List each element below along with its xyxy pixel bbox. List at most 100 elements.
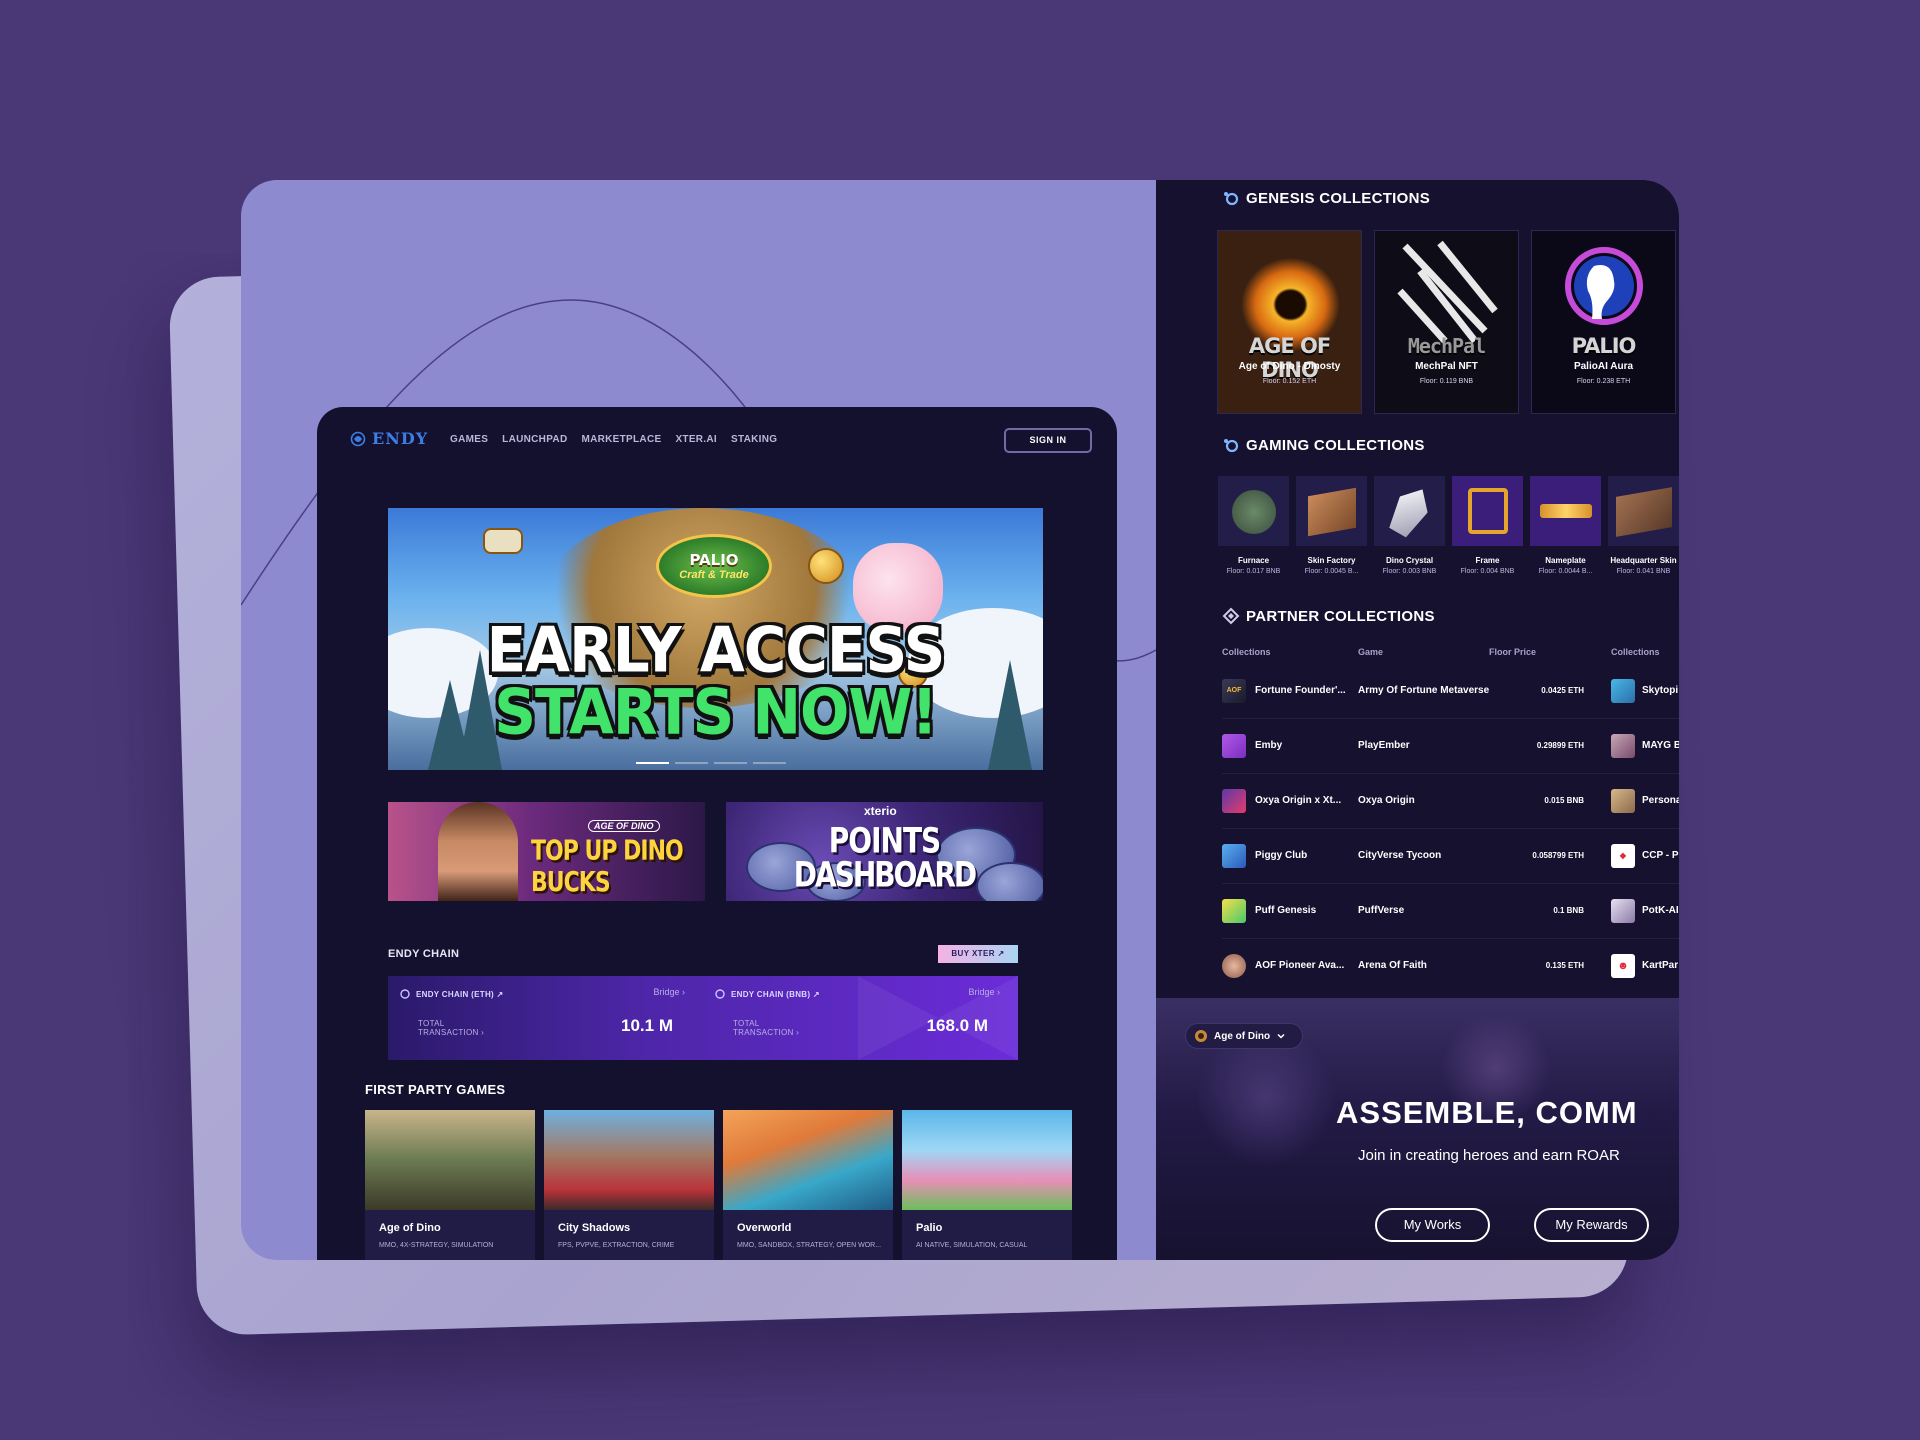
hero-banner[interactable]: PALIO Craft & Trade EARLY ACCESS STARTS … [388,508,1043,770]
table-row[interactable]: Puff Genesis PuffVerse 0.1 BNB PotK-AI [1222,884,1679,939]
game-card-age-of-dino[interactable]: Age of Dino MMO, 4X-STRATEGY, SIMULATION [365,1110,535,1260]
total-transaction-value: 10.1 M [621,1016,673,1035]
assemble-title: ASSEMBLE, COMM [1336,1095,1638,1130]
game-selector-label: Age of Dino [1214,1030,1271,1042]
nav-games[interactable]: GAMES [450,434,488,445]
table-row[interactable]: Piggy Club CityVerse Tycoon 0.058799 ETH… [1222,829,1679,884]
my-rewards-button[interactable]: My Rewards [1534,1208,1649,1242]
game-name: Army Of Fortune Metaverse [1358,685,1490,696]
gaming-item-floor: Floor: 0.0044 B... [1538,568,1593,575]
column-header-floor-price[interactable]: Floor Price [1489,647,1536,657]
game-card-overworld[interactable]: Overworld MMO, SANDBOX, STRATEGY, OPEN W… [723,1110,893,1260]
collection-name: MAYG B [1642,740,1679,751]
collection-icon [1611,679,1635,703]
collection-name: Piggy Club [1255,850,1308,861]
dino-crystal-image [1374,476,1445,546]
badge-title: PALIO [689,551,739,569]
carousel-dot[interactable] [636,762,669,764]
collection-icon [1611,734,1635,758]
genesis-logo: AGE OF DINO [1248,334,1331,382]
partner-collections-title: PARTNER COLLECTIONS [1246,607,1435,625]
endy-logo[interactable]: ENDY [350,429,428,448]
game-thumbnail [544,1110,714,1210]
xterio-icon [1224,439,1239,453]
genesis-floor: Floor: 0.119 BNB [1419,378,1474,385]
game-tags: AI NATIVE, SIMULATION, CASUAL [916,1242,1028,1249]
genesis-name: MechPal NFT [1415,361,1478,372]
chain-bnb[interactable]: ENDY CHAIN (BNB) ↗ Bridge › TOTAL TRANSA… [703,976,1018,1060]
game-thumbnail [902,1110,1072,1210]
total-transaction-value: 168.0 M [926,1016,988,1035]
genesis-name: PalioAI Aura [1573,361,1634,372]
promo-top-up-dino-bucks[interactable]: AGE OF DINO TOP UP DINO BUCKS [388,802,705,901]
column-header-collections[interactable]: Collections [1222,647,1271,657]
collection-icon [1222,899,1246,923]
floor-price: 0.0425 ETH [1541,686,1584,695]
game-selector[interactable]: Age of Dino [1185,1023,1303,1049]
collection-icon [1611,789,1635,813]
table-row[interactable]: Oxya Origin x Xt... Oxya Origin 0.015 BN… [1222,774,1679,829]
table-row[interactable]: Emby PlayEmber 0.29899 ETH MAYG B [1222,719,1679,774]
gaming-item-dino-crystal[interactable]: Dino Crystal Floor: 0.003 BNB [1374,476,1445,575]
carousel-dots [636,762,786,764]
my-works-button[interactable]: My Works [1375,1208,1490,1242]
gaming-item-name: Dino Crystal [1385,556,1434,565]
collection-icon: ☻ [1611,954,1635,978]
gaming-item-nameplate[interactable]: Nameplate Floor: 0.0044 B... [1530,476,1601,575]
collection-icon: ◆ [1611,844,1635,868]
column-header-game[interactable]: Game [1358,647,1383,657]
gaming-item-headquarter-skin[interactable]: Headquarter Skin Floor: 0.041 BNB [1608,476,1679,575]
palio-badge: PALIO Craft & Trade [656,534,772,598]
game-card-city-shadows[interactable]: City Shadows FPS, PVPVE, EXTRACTION, CRI… [544,1110,714,1260]
sign-in-button[interactable]: SIGN IN [1004,428,1092,453]
promo-title-line2: DASHBOARD [793,853,977,896]
nav-launchpad[interactable]: LAUNCHPAD [502,434,567,445]
collection-name: Fortune Founder'... [1255,685,1346,696]
carousel-dot[interactable] [714,762,747,764]
collection-icon [1222,954,1246,978]
genesis-card-mechpal[interactable]: MechPal MechPal NFT Floor: 0.119 BNB [1374,230,1519,414]
nav-xter-ai[interactable]: XTER.AI [675,434,717,445]
floor-price: 0.015 BNB [1544,796,1584,805]
chain-icon [715,989,725,999]
gaming-item-name: Furnace [1237,556,1270,565]
gaming-item-frame[interactable]: Frame Floor: 0.004 BNB [1452,476,1523,575]
bridge-link[interactable]: Bridge › [968,987,1000,997]
game-name: City Shadows [558,1222,631,1234]
dino-icon [1195,1030,1207,1042]
total-transaction-label: TOTAL TRANSACTION › [418,1019,485,1037]
nav-staking[interactable]: STAKING [731,434,777,445]
column-header-collections-2[interactable]: Collections [1611,647,1660,657]
genesis-card-age-of-dino[interactable]: AGE OF DINO Age of Dino - Dinosty Floor:… [1217,230,1362,414]
nav-marketplace[interactable]: MARKETPLACE [581,434,661,445]
character-silhouette [1196,1028,1336,1168]
chain-label: ENDY CHAIN (BNB) ↗ [731,990,820,999]
table-row[interactable]: AOF Pioneer Ava... Arena Of Faith 0.135 … [1222,939,1679,994]
gaming-item-skin-factory[interactable]: Skin Factory Floor: 0.0045 B... [1296,476,1367,575]
genesis-card-palio[interactable]: PALIO PalioAI Aura Floor: 0.238 ETH [1531,230,1676,414]
carousel-dot[interactable] [675,762,708,764]
collections-panel: GENESIS COLLECTIONS AGE OF DINO Age of D… [1156,180,1679,1260]
game-thumbnail [723,1110,893,1210]
genesis-floor: Floor: 0.152 ETH [1262,378,1317,385]
carousel-dot[interactable] [753,762,786,764]
promo-badge: AGE OF DINO [588,820,660,832]
gaming-item-name: Nameplate [1545,556,1586,565]
collection-icon [1222,789,1246,813]
game-card-palio[interactable]: Palio AI NATIVE, SIMULATION, CASUAL [902,1110,1072,1260]
skin-factory-image [1296,476,1367,546]
xterio-brand: xterio [864,804,897,818]
table-row[interactable]: AOF Fortune Founder'... Army Of Fortune … [1222,664,1679,719]
chain-eth[interactable]: ENDY CHAIN (ETH) ↗ Bridge › TOTAL TRANSA… [388,976,703,1060]
game-name: CityVerse Tycoon [1358,850,1442,861]
buy-xter-button[interactable]: BUY XTER ↗ [938,945,1018,963]
gaming-item-floor: Floor: 0.004 BNB [1460,568,1515,575]
floor-price: 0.1 BNB [1553,906,1584,915]
chevron-down-icon [1277,1033,1285,1039]
bridge-link[interactable]: Bridge › [653,987,685,997]
gaming-item-furnace[interactable]: Furnace Floor: 0.017 BNB [1218,476,1289,575]
promo-points-dashboard[interactable]: xterio POINTS DASHBOARD [726,802,1043,901]
collection-name: Persona [1642,795,1679,806]
gaming-item-name: Frame [1475,556,1500,565]
coin-image [808,548,844,584]
